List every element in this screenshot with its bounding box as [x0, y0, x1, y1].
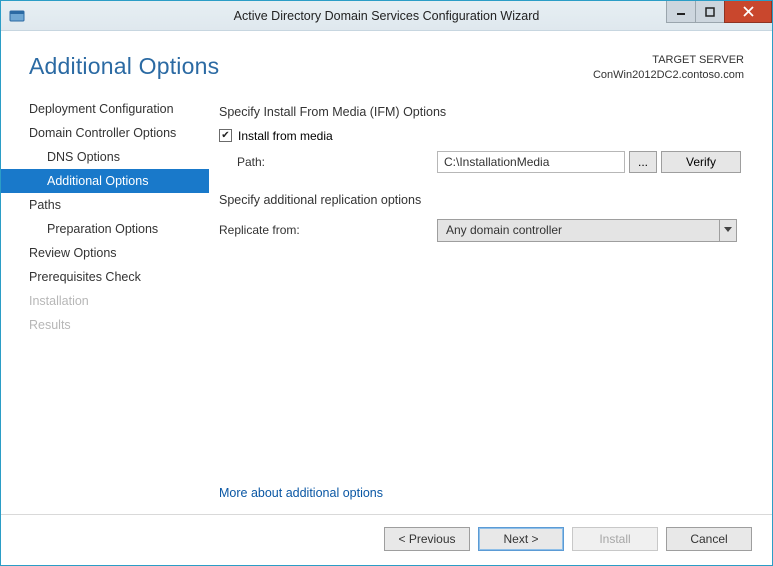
replicate-from-label: Replicate from:: [219, 223, 437, 237]
verify-button[interactable]: Verify: [661, 151, 741, 173]
ifm-checkbox-row[interactable]: Install from media: [219, 129, 764, 143]
nav-step[interactable]: DNS Options: [1, 145, 209, 169]
nav-step[interactable]: Review Options: [1, 241, 209, 265]
install-from-media-checkbox[interactable]: [219, 129, 232, 142]
wizard-body: Additional Options TARGET SERVER ConWin2…: [1, 31, 772, 565]
nav-step: Installation: [1, 289, 209, 313]
window-title: Active Directory Domain Services Configu…: [1, 9, 772, 23]
page-title: Additional Options: [29, 53, 219, 80]
nav-step[interactable]: Prerequisites Check: [1, 265, 209, 289]
page-header: Additional Options TARGET SERVER ConWin2…: [1, 31, 772, 93]
app-icon: [9, 8, 25, 24]
minimize-button[interactable]: [666, 1, 696, 23]
install-from-media-label: Install from media: [238, 129, 333, 143]
next-button[interactable]: Next >: [478, 527, 564, 551]
chevron-down-icon: [719, 220, 736, 241]
install-button: Install: [572, 527, 658, 551]
browse-button[interactable]: ...: [629, 151, 657, 173]
replicate-from-row: Replicate from: Any domain controller: [219, 219, 764, 242]
replicate-from-dropdown[interactable]: Any domain controller: [437, 219, 737, 242]
maximize-button[interactable]: [695, 1, 725, 23]
replication-section-title: Specify additional replication options: [219, 193, 764, 207]
nav-step[interactable]: Deployment Configuration: [1, 97, 209, 121]
nav-step[interactable]: Domain Controller Options: [1, 121, 209, 145]
close-button[interactable]: [724, 1, 772, 23]
more-about-link[interactable]: More about additional options: [219, 486, 764, 500]
wizard-window: Active Directory Domain Services Configu…: [0, 0, 773, 566]
path-label: Path:: [237, 155, 437, 169]
replicate-from-value: Any domain controller: [446, 223, 562, 237]
target-server-value: ConWin2012DC2.contoso.com: [593, 68, 744, 83]
title-bar: Active Directory Domain Services Configu…: [1, 1, 772, 31]
previous-button[interactable]: < Previous: [384, 527, 470, 551]
ifm-section-title: Specify Install From Media (IFM) Options: [219, 105, 764, 119]
target-server-label: TARGET SERVER: [593, 53, 744, 68]
nav-step[interactable]: Preparation Options: [1, 217, 209, 241]
target-server-block: TARGET SERVER ConWin2012DC2.contoso.com: [593, 53, 744, 83]
path-row: Path: ... Verify: [237, 151, 764, 173]
window-controls: [667, 1, 772, 23]
nav-step: Results: [1, 313, 209, 337]
nav-step[interactable]: Additional Options: [1, 169, 209, 193]
cancel-button[interactable]: Cancel: [666, 527, 752, 551]
content-area: Deployment ConfigurationDomain Controlle…: [1, 93, 772, 514]
main-panel: Specify Install From Media (IFM) Options…: [209, 93, 772, 514]
wizard-steps-sidebar: Deployment ConfigurationDomain Controlle…: [1, 93, 209, 514]
wizard-footer: < Previous Next > Install Cancel: [1, 514, 772, 565]
path-input[interactable]: [437, 151, 625, 173]
nav-step[interactable]: Paths: [1, 193, 209, 217]
